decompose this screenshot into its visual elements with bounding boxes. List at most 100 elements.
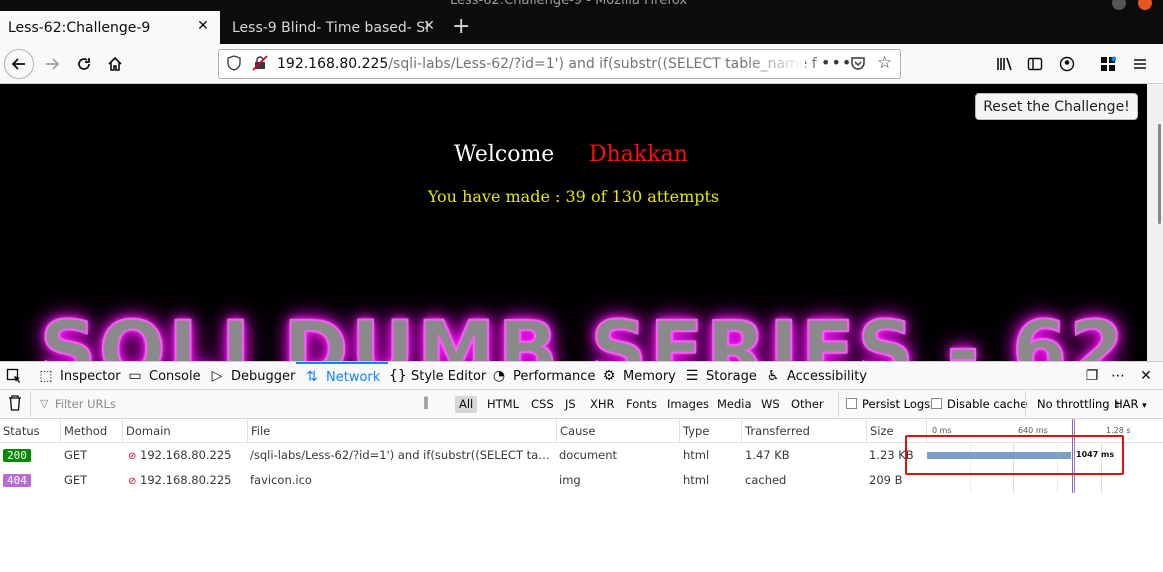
- extensions-button[interactable]: [1094, 50, 1122, 78]
- col-method[interactable]: Method: [60, 419, 122, 443]
- dock-icon: ❐: [1085, 368, 1099, 384]
- col-type[interactable]: Type: [679, 419, 741, 443]
- disable-cache-checkbox[interactable]: [931, 398, 942, 409]
- type-cell: html: [683, 473, 710, 487]
- element-picker-icon: [6, 368, 20, 383]
- tab-storage[interactable]: ☰ Storage: [684, 362, 757, 390]
- filter-type-css[interactable]: CSS: [527, 396, 558, 413]
- filter-urls-input[interactable]: ▽ Filter URLs: [30, 391, 410, 417]
- user-name: Dhakkan: [589, 142, 688, 167]
- library-button[interactable]: [991, 50, 1019, 78]
- filter-icon: ▽: [40, 397, 49, 410]
- url-bar[interactable]: 192.168.80.225/sqli-labs/Less-62/?id=1')…: [218, 49, 901, 79]
- account-icon: [1059, 56, 1075, 72]
- method-cell: GET: [64, 473, 88, 487]
- menu-button[interactable]: [1126, 50, 1154, 78]
- minimize-button[interactable]: [1112, 0, 1126, 10]
- size-cell: 209 B: [869, 473, 903, 487]
- page-content: Reset the Challenge! Welcome Dhakkan You…: [0, 84, 1147, 361]
- close-devtools-button[interactable]: ✕: [1138, 362, 1154, 390]
- col-cause[interactable]: Cause: [556, 419, 679, 443]
- tab-style-editor[interactable]: {} Style Editor: [389, 362, 486, 390]
- highlight-box: [905, 435, 1124, 475]
- new-tab-icon[interactable]: +: [452, 14, 470, 39]
- persist-logs-checkbox[interactable]: [846, 398, 857, 409]
- transferred-cell: cached: [745, 473, 787, 487]
- throttling-select[interactable]: No throttling ⇕: [1037, 397, 1121, 411]
- tab-console[interactable]: ▭ Console: [127, 362, 200, 390]
- close-tab-icon[interactable]: ✕: [420, 18, 438, 34]
- home-button[interactable]: [101, 50, 129, 78]
- filter-type-xhr[interactable]: XHR: [586, 396, 619, 413]
- transferred-cell: 1.47 KB: [745, 448, 790, 462]
- network-icon: ⇅: [306, 369, 318, 385]
- clear-requests-button[interactable]: [8, 395, 22, 414]
- filter-type-js[interactable]: JS: [561, 396, 580, 413]
- sidebar-button[interactable]: [1021, 50, 1049, 78]
- sidebar-icon: [1027, 57, 1043, 71]
- har-menu-button[interactable]: HAR ▾: [1114, 397, 1147, 411]
- devtools-options-button[interactable]: ⋯: [1110, 362, 1126, 390]
- method-cell: GET: [64, 448, 88, 462]
- account-button[interactable]: [1053, 50, 1081, 78]
- filter-type-images[interactable]: Images: [663, 396, 713, 413]
- tab-network[interactable]: ⇅ Network: [296, 362, 389, 390]
- tab-memory[interactable]: ⚙ Memory: [601, 362, 676, 390]
- status-cell: 200: [3, 443, 31, 467]
- home-icon: [108, 56, 122, 71]
- filter-type-ws[interactable]: WS: [757, 396, 784, 413]
- close-window-button[interactable]: [1138, 0, 1152, 10]
- col-file[interactable]: File: [247, 419, 556, 443]
- tab-label: Less-62:Challenge-9: [8, 19, 151, 36]
- cause-cell: document: [559, 448, 618, 462]
- info-icon[interactable]: [227, 55, 241, 75]
- reload-button[interactable]: [70, 50, 98, 78]
- back-arrow-icon: [11, 58, 25, 70]
- bookmark-star-icon[interactable]: ☆: [877, 53, 892, 73]
- insecure-lock-icon: ⊘: [128, 476, 137, 487]
- reset-challenge-button[interactable]: Reset the Challenge!: [975, 93, 1138, 120]
- filter-type-html[interactable]: HTML: [483, 396, 523, 413]
- window-title: Less-62:Challenge-9 - Mozilla Firefox: [450, 0, 688, 8]
- welcome-label: Welcome: [454, 142, 555, 167]
- trash-icon: [9, 395, 21, 411]
- tab-performance[interactable]: ◔ Performance: [491, 362, 596, 390]
- filter-type-all[interactable]: All: [455, 396, 478, 413]
- memory-icon: ⚙: [602, 368, 616, 384]
- element-picker-button[interactable]: [6, 362, 22, 390]
- col-transferred[interactable]: Transferred: [741, 419, 866, 443]
- forward-button[interactable]: [38, 50, 66, 78]
- storage-icon: ☰: [685, 368, 699, 384]
- col-status[interactable]: Status: [0, 419, 60, 443]
- filter-type-other[interactable]: Other: [787, 396, 828, 413]
- cause-cell: img: [559, 473, 581, 487]
- page-scrollbar[interactable]: [1147, 84, 1163, 361]
- filter-placeholder: Filter URLs: [55, 397, 116, 411]
- library-icon: [997, 57, 1012, 71]
- extensions-icon: [1101, 56, 1116, 71]
- tab-debugger[interactable]: ▷ Debugger: [209, 362, 296, 390]
- scrollbar-thumb[interactable]: [1158, 124, 1161, 224]
- pause-icon[interactable]: ‖: [423, 395, 429, 409]
- performance-icon: ◔: [492, 368, 506, 384]
- tab-inspector[interactable]: ⬚ Inspector: [38, 362, 120, 390]
- tab-less9[interactable]: Less-9 Blind- Time based- Si ✕: [224, 11, 446, 44]
- insecure-lock-icon[interactable]: [252, 55, 268, 75]
- reload-icon: [78, 58, 90, 70]
- insecure-lock-icon: ⊘: [128, 451, 137, 462]
- filter-type-fonts[interactable]: Fonts: [622, 396, 661, 413]
- filter-type-media[interactable]: Media: [713, 396, 756, 413]
- tab-less62[interactable]: Less-62:Challenge-9 ✕: [0, 11, 220, 44]
- close-tab-icon[interactable]: ✕: [194, 18, 212, 34]
- inspector-icon: ⬚: [39, 368, 53, 384]
- status-badge: 404: [3, 474, 31, 487]
- page-actions-icon[interactable]: •••: [821, 53, 852, 72]
- back-button[interactable]: [4, 49, 34, 79]
- more-options-icon: ⋯: [1111, 368, 1125, 384]
- sqli-dumb-series-banner: SQLI DUMB SERIES - 62: [39, 305, 1127, 361]
- accessibility-icon: ♿: [766, 368, 780, 384]
- dock-toggle-button[interactable]: ❐: [1084, 362, 1100, 390]
- tab-accessibility[interactable]: ♿ Accessibility: [765, 362, 867, 390]
- pocket-icon[interactable]: [850, 55, 866, 75]
- col-domain[interactable]: Domain: [122, 419, 247, 443]
